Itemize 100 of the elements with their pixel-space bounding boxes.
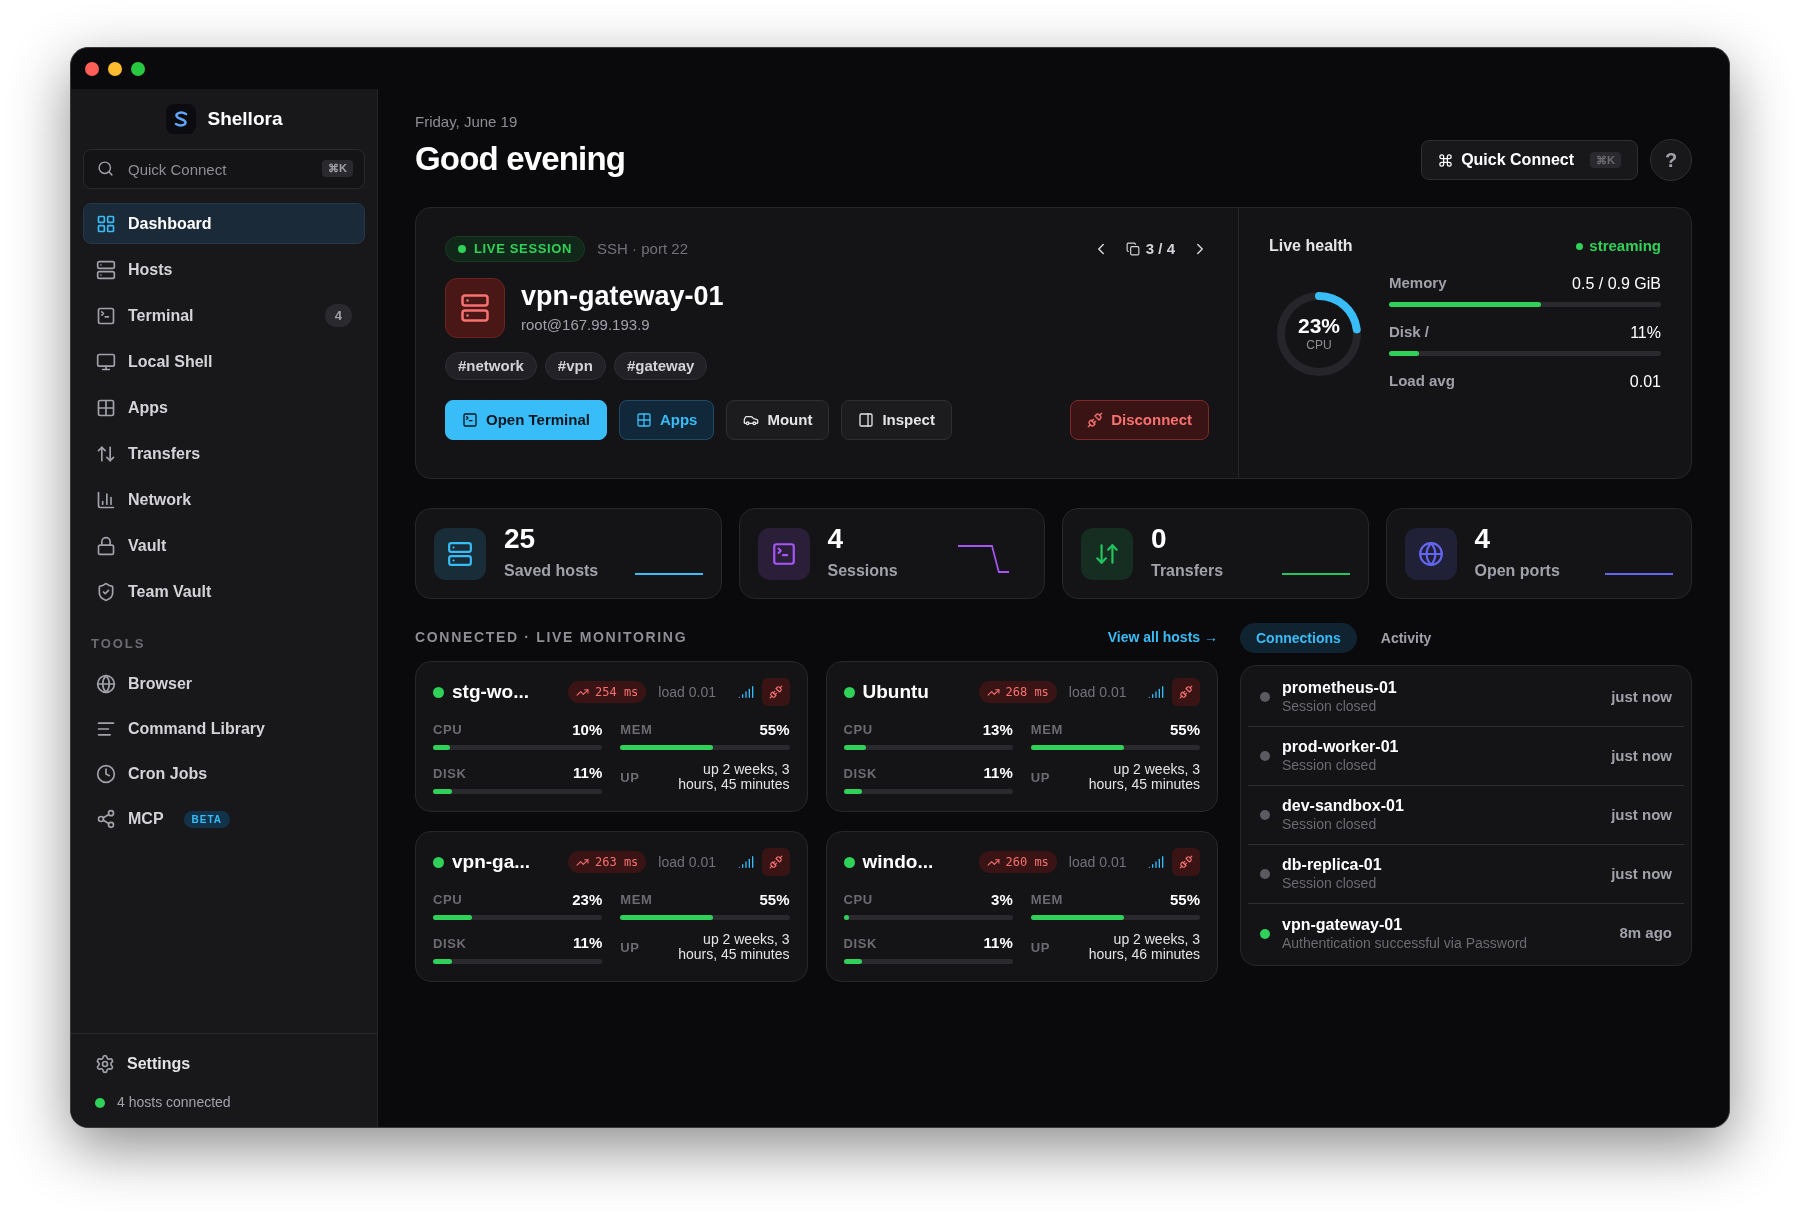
settings-item[interactable]: Settings [83, 1052, 365, 1076]
host-card[interactable]: vpn-ga... 263 ms load 0.01 CPU 23% MEM 55% DISK 11% UP up 2 weeks, 3 hours, 45 minutes [415, 831, 808, 982]
host-card[interactable]: Ubuntu 268 ms load 0.01 CPU 13% MEM 55% DISK 11% UP up 2 weeks, 3 hours, 45 minutes [825, 661, 1218, 812]
tag: #network [445, 352, 537, 380]
metric-value: 11% [983, 933, 1013, 953]
shortcut-key: ⌘K [322, 160, 353, 177]
greeting-title: Good evening [415, 138, 626, 179]
connection-time: 8m ago [1619, 923, 1672, 944]
metric-label: Disk / [1389, 322, 1430, 342]
metric-value: 23% [572, 889, 603, 910]
host-name: vpn-ga... [452, 850, 532, 874]
connection-name: prod-worker-01 [1282, 737, 1399, 758]
help-button[interactable]: ? [1650, 139, 1692, 181]
latency-badge: 260 ms [978, 851, 1057, 874]
pager-text: 3 / 4 [1145, 238, 1175, 259]
sidebar-item[interactable]: Local Shell [83, 341, 365, 382]
status-text: 4 hosts connected [117, 1093, 231, 1112]
metric-value: 55% [1169, 889, 1200, 910]
latency-badge: 263 ms [568, 851, 647, 874]
stat-value: 0 [1151, 524, 1168, 553]
disconnect-button[interactable] [1172, 848, 1200, 877]
terminal-icon [462, 412, 478, 428]
command-icon [1438, 152, 1454, 168]
sidebar-item[interactable]: Team Vault [83, 571, 365, 612]
sidebar-item[interactable]: Cron Jobs [83, 753, 365, 795]
host-card[interactable]: windo... 260 ms load 0.01 CPU 3% MEM 55% DISK 11% UP up 2 weeks, 3 hours, 46 minutes [825, 831, 1218, 982]
action-button[interactable]: Open Terminal [445, 400, 607, 440]
sidebar-item[interactable]: MCP BETA [83, 798, 365, 840]
cpu-label: CPU [1306, 336, 1332, 354]
health-title: Live health [1269, 236, 1353, 256]
metric-label: MEM [1030, 721, 1064, 739]
connection-detail: Session closed [1282, 816, 1378, 834]
view-all-link[interactable]: View all hosts → [1107, 626, 1218, 648]
unplug-icon [768, 685, 783, 700]
metric-label: UP [620, 939, 640, 957]
panel-icon [858, 412, 875, 428]
sidebar-item[interactable]: Hosts [83, 249, 365, 290]
sidebar-item[interactable]: Browser [83, 663, 365, 705]
uptime-text: up 2 weeks, 3 hours, 45 minutes [1087, 762, 1200, 792]
connection-row[interactable]: db-replica-01 Session closed just now [1248, 845, 1684, 904]
signal-icon [737, 684, 754, 701]
metric-label: DISK [433, 764, 467, 783]
disconnect-button[interactable] [761, 678, 790, 707]
tab[interactable]: Activity [1364, 623, 1448, 653]
sidebar-item[interactable]: Vault [83, 525, 365, 566]
metric-label: CPU [843, 891, 873, 909]
metric-label: DISK [433, 934, 467, 953]
action-button[interactable]: Apps [618, 400, 715, 440]
sparkline-drawing [1605, 572, 1673, 576]
connection-detail: Session closed [1282, 757, 1378, 775]
sidebar-item[interactable]: Terminal 4 [83, 295, 365, 336]
sidebar-item[interactable]: Command Library [83, 708, 365, 750]
load-text: load 0.01 [1068, 852, 1127, 872]
sidebar-item[interactable]: Apps [83, 387, 365, 428]
quick-connect-button[interactable]: Quick Connect ⌘K [1421, 140, 1638, 180]
host-name: windo... [862, 850, 935, 874]
count-badge: 4 [324, 303, 352, 328]
unplug-icon [1087, 412, 1104, 428]
sparkline-drawing [1281, 572, 1350, 576]
stat-label: Saved hosts [504, 560, 599, 581]
section-heading: TOOLS [90, 635, 146, 653]
metric-value: 11% [573, 933, 603, 953]
sidebar-item[interactable]: Transfers [83, 433, 365, 474]
sidebar-item[interactable]: Network [83, 479, 365, 520]
latency-badge: 268 ms [978, 681, 1057, 704]
connection-row[interactable]: prod-worker-01 Session closed just now [1248, 727, 1684, 786]
stat-label: Open ports [1474, 560, 1560, 581]
action-button[interactable]: Mount [726, 400, 830, 440]
connection-row[interactable]: prometheus-01 Session closed just now [1248, 668, 1684, 727]
server-icon [96, 259, 116, 280]
shield-icon [96, 581, 116, 602]
tab[interactable]: Connections [1240, 623, 1357, 653]
copy-icon [1125, 242, 1140, 256]
metric-label: CPU [433, 721, 463, 739]
streaming-status: streaming [1576, 234, 1661, 258]
tag: #gateway [613, 352, 708, 380]
metric-label: CPU [433, 891, 463, 909]
host-card[interactable]: stg-wo... 254 ms load 0.01 CPU 10% MEM 55% DISK 11% UP up 2 weeks, 3 hours, 45 minutes [415, 661, 808, 812]
metric-value: 3% [991, 889, 1013, 910]
action-button[interactable]: Disconnect [1070, 400, 1209, 440]
metric-value: 10% [572, 719, 603, 740]
latency-badge: 254 ms [568, 681, 647, 704]
stat-value: 4 [827, 524, 845, 553]
action-button[interactable]: Inspect [841, 400, 952, 440]
connection-row[interactable]: vpn-gateway-01 Authentication successful via Password 8m ago [1248, 904, 1684, 963]
disconnect-button[interactable] [1172, 678, 1200, 707]
stat-label: Sessions [827, 560, 898, 581]
sidebar-item[interactable]: Dashboard [83, 203, 365, 244]
metric-label: Memory [1389, 273, 1447, 293]
app-logo-icon [165, 104, 196, 134]
metric-label: MEM [620, 721, 653, 739]
connection-time: just now [1611, 863, 1672, 884]
date-text: Friday, June 19 [415, 112, 519, 132]
metric-value: 55% [759, 889, 790, 910]
metric-value: 55% [759, 719, 790, 740]
metric-label: UP [1030, 769, 1051, 787]
signal-icon [1148, 854, 1164, 871]
connection-row[interactable]: dev-sandbox-01 Session closed just now [1248, 786, 1684, 845]
disconnect-button[interactable] [761, 848, 790, 877]
terminal-icon [96, 305, 116, 326]
